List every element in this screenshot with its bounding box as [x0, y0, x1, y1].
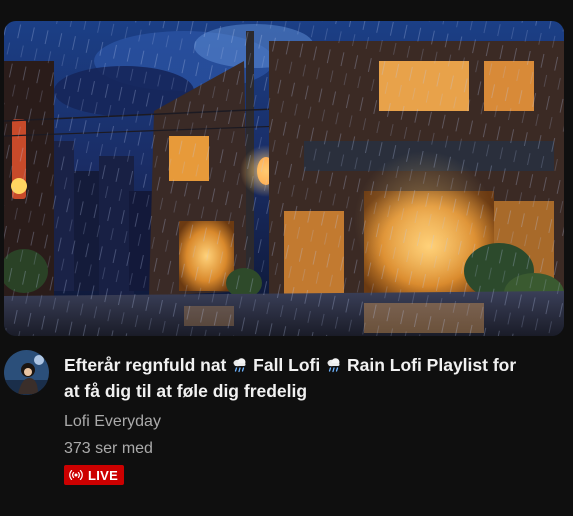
live-label: LIVE	[88, 467, 119, 483]
video-title[interactable]: Efterår regnfuld nat Fall Lofi Rain Lofi…	[64, 352, 534, 404]
channel-name[interactable]: Lofi Everyday	[64, 413, 161, 431]
rain-cloud-icon	[233, 358, 246, 373]
video-meta: Efterår regnfuld nat Fall Lofi Rain Lofi…	[4, 350, 564, 500]
viewer-count: 373 ser med	[64, 440, 153, 457]
video-card: Efterår regnfuld nat Fall Lofi Rain Lofi…	[0, 0, 573, 516]
broadcast-icon	[69, 470, 83, 480]
title-part-1: Efterår regnfuld nat	[64, 355, 227, 375]
video-thumbnail[interactable]	[4, 21, 564, 336]
rain-cloud-icon	[327, 358, 340, 373]
live-badge: LIVE	[64, 465, 125, 485]
title-part-2: Fall Lofi	[253, 355, 321, 375]
channel-avatar[interactable]	[4, 350, 49, 395]
